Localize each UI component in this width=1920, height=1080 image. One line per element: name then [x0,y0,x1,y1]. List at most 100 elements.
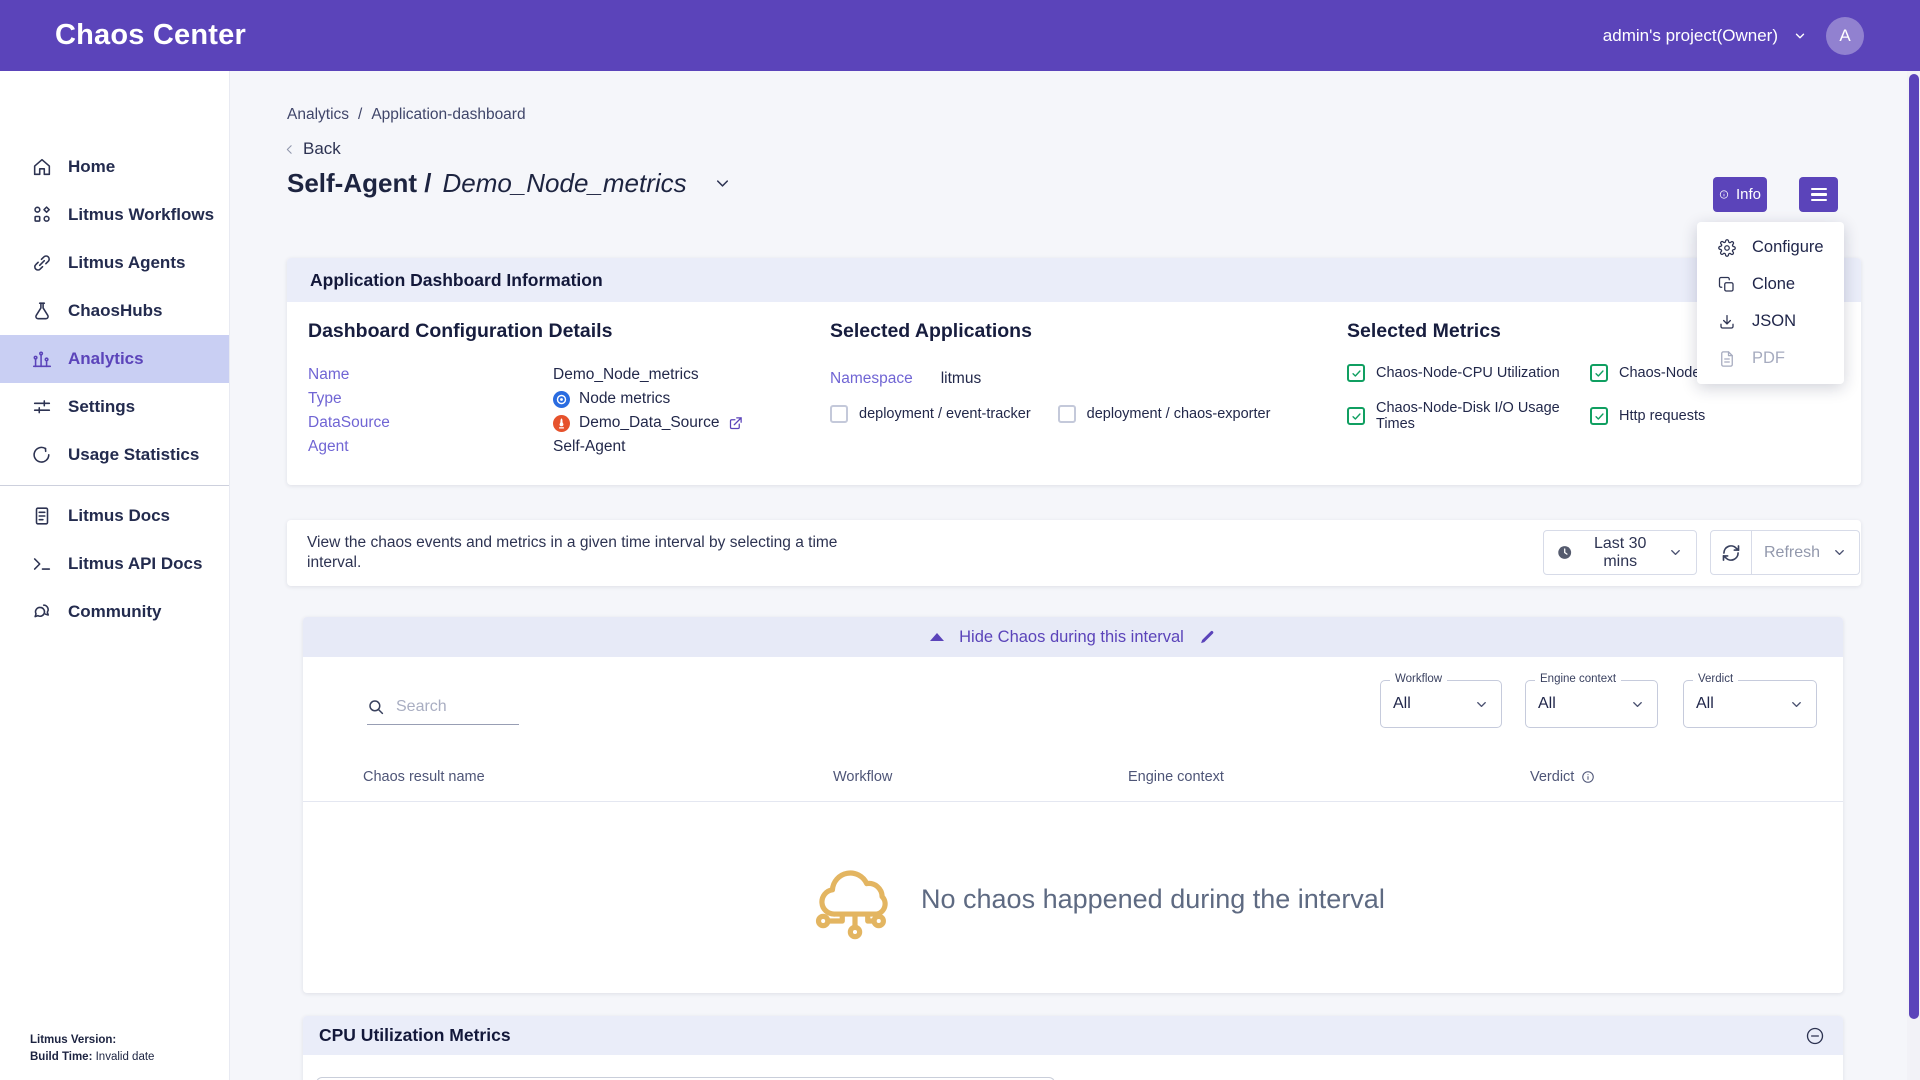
checkbox-checked-icon [1347,364,1365,382]
dashboard-menu-button[interactable] [1799,177,1838,212]
chevron-left-icon [283,143,296,156]
chevron-down-icon [713,174,732,193]
project-switcher[interactable]: admin's project(Owner) [1603,26,1807,46]
hamburger-icon [1811,188,1827,190]
time-range-value: Last 30 mins [1583,535,1657,571]
refresh-controls: Refresh [1710,530,1860,575]
time-interval-bar: View the chaos events and metrics in a g… [287,520,1861,586]
time-range-select[interactable]: Last 30 mins [1543,530,1697,575]
search-field [367,697,519,725]
checkbox-http-requests[interactable]: Http requests [1590,400,1835,432]
menu-item-configure[interactable]: Configure [1697,229,1844,266]
refresh-interval-select[interactable]: Refresh [1752,530,1860,575]
sidebar-item-usage-statistics[interactable]: Usage Statistics [0,431,229,479]
back-label: Back [303,139,341,159]
info-circle-icon[interactable] [1581,770,1595,784]
sidebar-item-chaoshubs[interactable]: ChaosHubs [0,287,229,335]
sidebar-item-label: Litmus Docs [68,506,170,526]
refresh-now-button[interactable] [1710,530,1752,575]
page-title-agent: Self-Agent / [287,168,431,199]
chevron-down-icon [1832,545,1847,560]
breadcrumb-analytics[interactable]: Analytics [287,106,349,124]
column-header-engine-context: Engine context [1128,769,1224,785]
file-icon [1718,350,1736,368]
hide-chaos-toggle[interactable]: Hide Chaos during this interval [303,617,1843,657]
engine-context-filter-select[interactable]: Engine context All [1525,680,1658,728]
dashboard-configuration-details: Dashboard Configuration Details Name Dem… [308,320,743,459]
sidebar-item-litmus-docs[interactable]: Litmus Docs [0,492,229,540]
hide-chaos-label: Hide Chaos during this interval [959,628,1184,647]
minus-circle-icon [1805,1026,1825,1046]
menu-item-clone[interactable]: Clone [1697,266,1844,303]
menu-item-label: Clone [1752,275,1795,294]
application-dashboard-information-panel: Application Dashboard Information Dashbo… [287,258,1861,485]
config-row-name: Name Demo_Node_metrics [308,363,743,387]
checkbox-chaos-exporter[interactable]: deployment / chaos-exporter [1058,405,1271,423]
namespace-row: Namespace litmus [830,370,1270,388]
checkbox-disk-io-times[interactable]: Chaos-Node-Disk I/O Usage Times [1347,400,1590,432]
sidebar-item-label: Litmus API Docs [68,554,202,574]
info-button[interactable]: Info [1713,177,1767,212]
chevron-down-icon [1668,545,1683,560]
scrollbar-track[interactable] [1907,71,1920,1080]
back-button[interactable]: Back [283,139,341,159]
avatar[interactable]: A [1826,17,1864,55]
filter-label: Workflow [1390,673,1447,685]
menu-item-json[interactable]: JSON [1697,303,1844,340]
breadcrumb-application-dashboard[interactable]: Application-dashboard [371,106,525,124]
scrollbar-thumb[interactable] [1909,74,1919,1019]
breadcrumb: Analytics / Application-dashboard [287,106,526,124]
namespace-label: Namespace [830,370,913,388]
config-row-agent: Agent Self-Agent [308,435,743,459]
checkbox-checked-icon [1590,364,1608,382]
page-title-dashboard: Demo_Node_metrics [442,168,686,199]
dashboard-switcher-button[interactable] [713,174,732,193]
sidebar-item-label: Litmus Agents [68,253,185,273]
sidebar-item-community[interactable]: Community [0,588,229,636]
edit-pencil-icon[interactable] [1199,629,1216,646]
checkbox-event-tracker[interactable]: deployment / event-tracker [830,405,1031,423]
bar-chart-icon [31,348,53,370]
triangle-up-icon [930,633,944,641]
home-icon [31,156,53,178]
sidebar-item-litmus-api-docs[interactable]: Litmus API Docs [0,540,229,588]
info-button-label: Info [1736,186,1761,203]
sidebar-item-litmus-workflows[interactable]: Litmus Workflows [0,191,229,239]
filter-value: All [1538,695,1556,713]
cpu-panel-body [303,1055,1843,1080]
cpu-panel-header: CPU Utilization Metrics [303,1016,1843,1055]
clone-icon [1718,276,1736,294]
top-header: Chaos Center admin's project(Owner) A [0,0,1920,71]
cloud-network-icon [811,855,899,943]
filter-value: All [1696,695,1714,713]
config-row-datasource: DataSource Demo_Data_Source [308,411,743,435]
chevron-down-icon [1630,697,1645,712]
collapse-section-button[interactable] [1805,1026,1825,1046]
table-header-divider [303,801,1843,802]
verdict-filter-select[interactable]: Verdict All [1683,680,1817,728]
column-header-verdict: Verdict [1530,769,1595,785]
breadcrumb-separator: / [358,106,362,124]
sidebar-item-litmus-agents[interactable]: Litmus Agents [0,239,229,287]
external-link-icon[interactable] [728,416,743,431]
sidebar-item-label: ChaosHubs [68,301,162,321]
sidebar-item-label: Analytics [68,349,144,369]
workflow-filter-select[interactable]: Workflow All [1380,680,1502,728]
interval-description: View the chaos events and metrics in a g… [307,533,857,573]
chat-bubbles-icon [31,601,53,623]
chevron-down-icon [1793,29,1807,43]
chaos-interval-card: Hide Chaos during this interval Workflow… [303,617,1843,993]
menu-item-pdf[interactable]: PDF [1697,340,1844,377]
sidebar-item-label: Settings [68,397,135,417]
chaos-center-app: Chaos Center admin's project(Owner) A Ho… [0,0,1920,1080]
download-icon [1718,313,1736,331]
prometheus-icon [553,415,570,432]
sidebar-item-settings[interactable]: Settings [0,383,229,431]
empty-state: No chaos happened during the interval [811,855,1385,943]
cpu-utilization-panel: CPU Utilization Metrics [303,1016,1843,1080]
search-input[interactable] [394,697,513,717]
sidebar-item-analytics[interactable]: Analytics [0,335,229,383]
flask-icon [31,300,53,322]
checkbox-cpu-utilization[interactable]: Chaos-Node-CPU Utilization [1347,364,1590,382]
sidebar-item-home[interactable]: Home [0,143,229,191]
